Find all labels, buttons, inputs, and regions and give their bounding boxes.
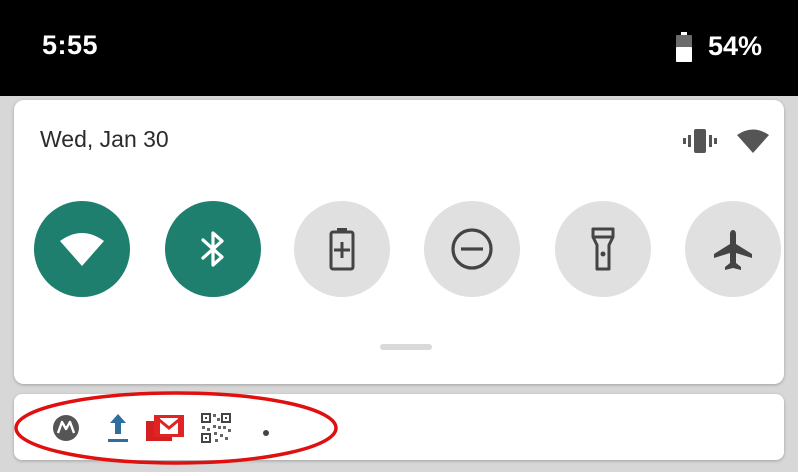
battery-saver-tile[interactable] bbox=[294, 201, 390, 297]
status-time: 5:55 bbox=[42, 30, 99, 60]
wifi-signal-icon bbox=[736, 128, 770, 154]
status-bar: 5:55 54% bbox=[0, 0, 798, 96]
gmail-icon bbox=[146, 413, 186, 448]
flashlight-icon bbox=[590, 227, 616, 271]
expand-handle[interactable] bbox=[380, 344, 432, 350]
airplane-icon bbox=[711, 227, 755, 271]
vibrate-icon bbox=[682, 126, 718, 156]
bluetooth-icon bbox=[198, 229, 228, 269]
more-dot-icon bbox=[262, 424, 270, 442]
date-label[interactable]: Wed, Jan 30 bbox=[40, 126, 169, 153]
battery-percentage: 54% bbox=[708, 31, 763, 61]
upload-icon bbox=[106, 412, 130, 449]
do-not-disturb-tile[interactable] bbox=[424, 201, 520, 297]
flashlight-tile[interactable] bbox=[555, 201, 651, 297]
battery-saver-icon bbox=[327, 227, 357, 271]
quick-settings-panel: Wed, Jan 30 bbox=[14, 100, 784, 384]
wifi-tile[interactable] bbox=[34, 201, 130, 297]
wifi-icon bbox=[58, 229, 106, 269]
bluetooth-tile[interactable] bbox=[165, 201, 261, 297]
do-not-disturb-icon bbox=[450, 227, 494, 271]
battery-icon bbox=[676, 32, 692, 62]
qr-code-icon bbox=[200, 412, 232, 449]
notification-icons-row[interactable] bbox=[14, 394, 784, 460]
motorola-icon bbox=[52, 414, 80, 447]
airplane-mode-tile[interactable] bbox=[685, 201, 781, 297]
